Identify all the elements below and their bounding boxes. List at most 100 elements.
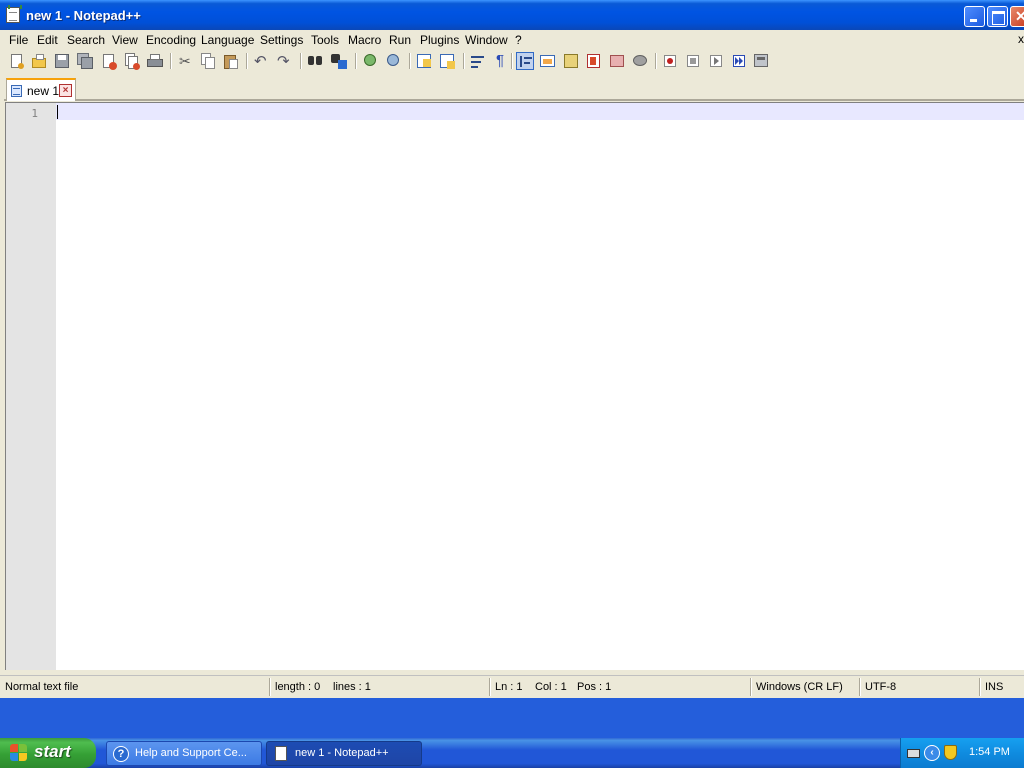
toolbar-separator <box>246 53 248 69</box>
run-macro-multiple-icon[interactable] <box>730 52 748 70</box>
monitoring-icon[interactable] <box>631 52 649 70</box>
open-file-icon[interactable] <box>30 52 48 70</box>
user-language-icon[interactable] <box>539 52 557 70</box>
status-position: Pos : 1 <box>577 681 612 693</box>
status-file-type: Normal text file <box>5 681 79 693</box>
print-icon[interactable] <box>146 52 164 70</box>
function-list-icon[interactable] <box>562 52 580 70</box>
text-editor[interactable]: 1 <box>5 102 1024 670</box>
notepad-window: File Edit Search View Encoding Language … <box>0 30 1024 698</box>
save-macro-icon[interactable] <box>753 52 771 70</box>
toolbar-separator <box>511 53 513 69</box>
menu-help[interactable]: ? <box>515 33 522 47</box>
record-macro-icon[interactable] <box>661 52 679 70</box>
status-lines: lines : 1 <box>333 681 371 693</box>
menu-file[interactable]: File <box>9 33 28 47</box>
menu-edit[interactable]: Edit <box>37 33 58 47</box>
keyboard-icon[interactable] <box>907 749 920 758</box>
help-icon: ? <box>113 746 129 762</box>
status-encoding[interactable]: UTF-8 <box>865 681 896 693</box>
undo-icon[interactable]: ↶ <box>252 52 270 70</box>
cut-icon[interactable]: ✂ <box>176 52 194 70</box>
line-number: 1 <box>31 107 38 120</box>
close-window-button[interactable] <box>1010 6 1024 27</box>
current-line-highlight <box>56 103 1024 120</box>
menu-tools[interactable]: Tools <box>311 33 339 47</box>
taskbar-button-notepad[interactable]: new 1 - Notepad++ <box>266 741 422 766</box>
security-shield-icon[interactable] <box>944 745 957 760</box>
line-number-gutter[interactable]: 1 <box>6 103 56 670</box>
menu-window[interactable]: Window <box>465 33 508 47</box>
stop-macro-icon[interactable] <box>684 52 702 70</box>
menu-view[interactable]: View <box>112 33 138 47</box>
taskbar-button-label: new 1 - Notepad++ <box>295 747 389 759</box>
status-separator <box>859 678 861 696</box>
status-line: Ln : 1 <box>495 681 523 693</box>
close-icon[interactable] <box>100 52 118 70</box>
minimize-button[interactable] <box>964 6 985 27</box>
play-macro-icon[interactable] <box>707 52 725 70</box>
tab-new-1[interactable]: new 1 × <box>6 78 76 101</box>
menu-encoding[interactable]: Encoding <box>146 33 196 47</box>
find-icon[interactable] <box>306 52 324 70</box>
status-separator <box>269 678 271 696</box>
system-tray: ‹ 1:54 PM <box>900 738 1024 768</box>
sync-vertical-icon[interactable] <box>415 52 433 70</box>
clock[interactable]: 1:54 PM <box>969 746 1010 758</box>
menu-macro[interactable]: Macro <box>348 33 381 47</box>
menu-plugins[interactable]: Plugins <box>420 33 459 47</box>
toolbar-separator <box>355 53 357 69</box>
indent-guide-icon[interactable] <box>516 52 534 70</box>
toolbar-separator <box>170 53 172 69</box>
taskbar-button-label: Help and Support Ce... <box>135 747 247 759</box>
menu-search[interactable]: Search <box>67 33 105 47</box>
close-all-icon[interactable] <box>123 52 141 70</box>
document-tab-bar: new 1 × <box>4 75 1024 101</box>
status-bar: Normal text file length : 0 lines : 1 Ln… <box>0 675 1024 698</box>
window-title: new 1 - Notepad++ <box>26 8 141 23</box>
toolbar-separator <box>655 53 657 69</box>
close-document-button[interactable]: x <box>1018 32 1024 46</box>
save-all-icon[interactable] <box>76 52 94 70</box>
new-file-icon[interactable] <box>8 52 26 70</box>
start-button[interactable]: start <box>0 738 96 768</box>
toolbar-separator <box>463 53 465 69</box>
folder-workspace-icon[interactable] <box>608 52 626 70</box>
sync-horizontal-icon[interactable] <box>438 52 456 70</box>
toolbar: ✂ ↶ ↷ ¶ <box>4 49 1024 73</box>
replace-icon[interactable] <box>330 52 348 70</box>
menu-settings[interactable]: Settings <box>260 33 303 47</box>
status-eol[interactable]: Windows (CR LF) <box>756 681 843 693</box>
menu-language[interactable]: Language <box>201 33 254 47</box>
status-separator <box>489 678 491 696</box>
word-wrap-icon[interactable] <box>469 52 487 70</box>
notepad-plus-plus-icon <box>275 746 287 761</box>
document-map-icon[interactable] <box>585 52 603 70</box>
tab-label: new 1 <box>27 84 60 98</box>
toolbar-separator <box>409 53 411 69</box>
zoom-in-icon[interactable] <box>361 52 379 70</box>
taskbar-button-help[interactable]: ? Help and Support Ce... <box>106 741 262 766</box>
menu-run[interactable]: Run <box>389 33 411 47</box>
toolbar-separator <box>300 53 302 69</box>
maximize-button[interactable] <box>987 6 1008 27</box>
document-icon <box>11 85 22 97</box>
status-separator <box>979 678 981 696</box>
notepad-plus-plus-icon[interactable] <box>6 5 22 23</box>
redo-icon[interactable]: ↷ <box>275 52 293 70</box>
windows-flag-icon <box>10 744 28 762</box>
title-bar[interactable]: new 1 - Notepad++ <box>0 0 1024 30</box>
zoom-out-icon[interactable] <box>384 52 402 70</box>
show-all-chars-icon[interactable]: ¶ <box>492 52 510 70</box>
taskbar: start ? Help and Support Ce... new 1 - N… <box>0 738 1024 768</box>
status-separator <box>750 678 752 696</box>
tray-expand-icon[interactable]: ‹ <box>924 745 940 761</box>
status-insert-mode[interactable]: INS <box>985 681 1003 693</box>
close-tab-icon[interactable]: × <box>59 84 72 97</box>
copy-icon[interactable] <box>199 52 217 70</box>
paste-icon[interactable] <box>222 52 240 70</box>
text-caret <box>57 105 58 119</box>
menu-bar: File Edit Search View Encoding Language … <box>4 30 1024 49</box>
save-icon[interactable] <box>53 52 71 70</box>
status-length: length : 0 <box>275 681 321 693</box>
